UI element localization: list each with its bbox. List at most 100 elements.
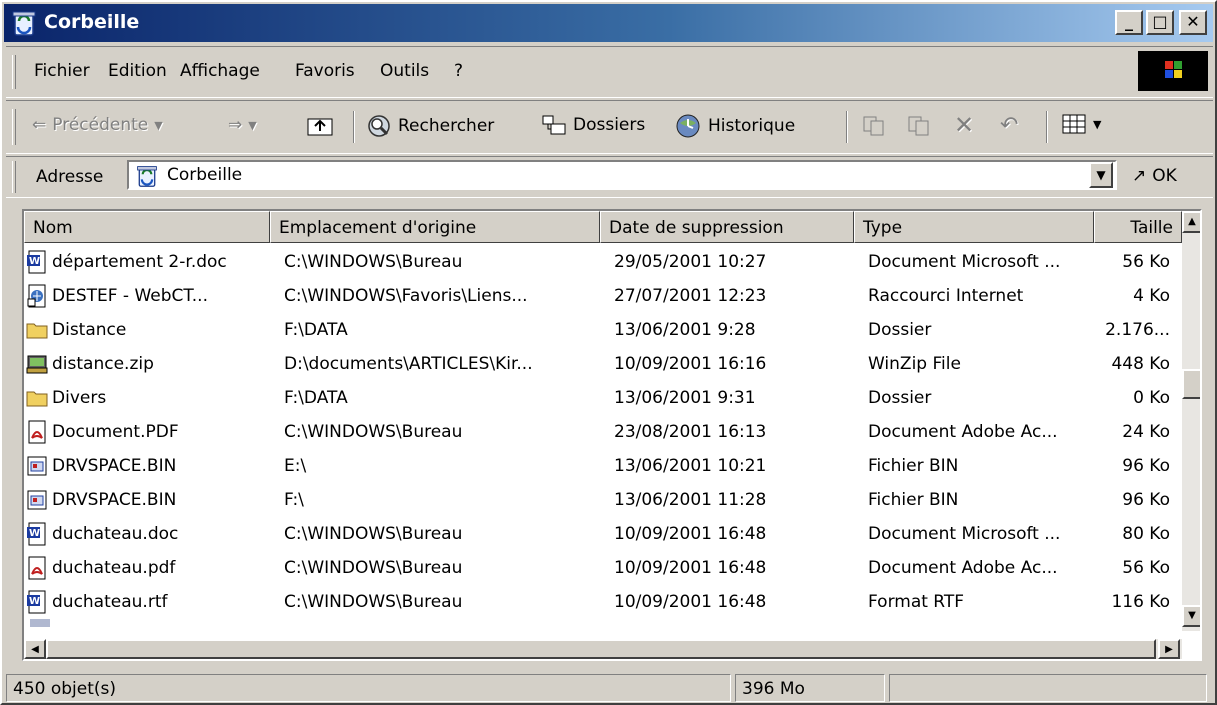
file-row[interactable]: distance.zip D:\documents\ARTICLES\Kir...…	[24, 347, 1184, 381]
file-name-cell[interactable]: DRVSPACE.BIN	[24, 489, 274, 511]
menu-favoris[interactable]: Favoris	[295, 61, 355, 81]
column-header-size[interactable]: Taille	[1094, 211, 1182, 243]
file-deleted-date: 27/07/2001 12:23	[614, 286, 767, 306]
folders-button[interactable]: Dossiers	[541, 113, 645, 137]
status-size: 396 Mo	[735, 674, 885, 702]
move-to-button[interactable]	[861, 113, 887, 137]
menu-grip[interactable]	[12, 55, 16, 89]
address-dropdown-button[interactable]: ▼	[1089, 162, 1113, 188]
close-button[interactable]: ✕	[1179, 10, 1207, 35]
file-name-cell[interactable]: Divers	[24, 387, 274, 409]
file-row[interactable]: Wduchateau.rtf C:\WINDOWS\Bureau 10/09/200…	[24, 585, 1184, 619]
folders-button-label: Dossiers	[573, 115, 646, 135]
file-size: 2.176...	[1105, 320, 1170, 340]
back-button-label: Précédente	[52, 115, 149, 135]
back-button[interactable]: ⇐ Précédente ▼	[32, 115, 163, 135]
file-row[interactable]: Wduchateau.doc C:\WINDOWS\Bureau 10/09/200…	[24, 517, 1184, 551]
file-size: 80 Ko	[1122, 524, 1170, 544]
scroll-right-button[interactable]: ▶	[1158, 639, 1180, 659]
file-origin: C:\WINDOWS\Bureau	[284, 422, 463, 442]
file-type: Fichier BIN	[868, 456, 959, 476]
word-doc-icon: W	[26, 522, 48, 546]
file-type: Document Adobe Ac...	[868, 422, 1058, 442]
views-button[interactable]: ▼	[1061, 113, 1101, 135]
file-name: duchateau.pdf	[52, 558, 176, 578]
file-size: 0 Ko	[1133, 388, 1170, 408]
file-origin: F:\	[284, 490, 304, 510]
file-row[interactable]: Distance F:\DATA 13/06/2001 9:28 Dossier 2.1…	[24, 313, 1184, 347]
address-grip[interactable]	[12, 161, 16, 193]
search-button-label: Rechercher	[398, 116, 495, 136]
file-name-cell[interactable]: Document.PDF	[24, 420, 274, 444]
copy-to-button[interactable]	[906, 113, 932, 137]
file-origin: C:\WINDOWS\Bureau	[284, 592, 463, 612]
column-header-name[interactable]: Nom	[24, 211, 270, 243]
back-dropdown-icon[interactable]: ▼	[154, 119, 162, 132]
column-header-date[interactable]: Date de suppression	[600, 211, 854, 243]
menu-outils[interactable]: Outils	[380, 61, 429, 81]
forward-dropdown-icon[interactable]: ▼	[248, 119, 256, 132]
maximize-button[interactable]: □	[1146, 10, 1174, 35]
file-list[interactable]: Nom Emplacement d'origine Date de suppre…	[22, 209, 1202, 661]
move-to-icon	[863, 116, 884, 136]
views-dropdown-icon[interactable]: ▼	[1093, 118, 1101, 131]
forward-button[interactable]: ⇒ ▼	[228, 115, 257, 135]
file-name-cell[interactable]: duchateau.pdf	[24, 556, 274, 580]
file-row[interactable]: DRVSPACE.BIN F:\ 13/06/2001 11:28 Fichier B…	[24, 483, 1184, 517]
file-size: 56 Ko	[1122, 558, 1170, 578]
file-type: Raccourci Internet	[868, 286, 1024, 306]
menu-edition[interactable]: Edition	[108, 61, 167, 81]
undo-button[interactable]: ↶	[1000, 113, 1018, 138]
file-row[interactable]: Wdépartement 2-r.doc C:\WINDOWS\Bureau 29/…	[24, 245, 1184, 279]
file-name-cell[interactable]: Wduchateau.doc	[24, 522, 274, 546]
file-name-cell[interactable]: distance.zip	[24, 353, 274, 375]
menu-affichage[interactable]: Affichage	[180, 61, 260, 81]
history-button[interactable]: Historique	[674, 113, 795, 139]
delete-button[interactable]: ✕	[954, 111, 974, 139]
scroll-up-button[interactable]: ▲	[1182, 211, 1200, 233]
file-origin: C:\WINDOWS\Bureau	[284, 558, 463, 578]
file-row[interactable]: Document.PDF C:\WINDOWS\Bureau 23/08/2001 …	[24, 415, 1184, 449]
up-folder-button[interactable]	[306, 113, 334, 137]
file-row[interactable]: duchateau.pdf C:\WINDOWS\Bureau 10/09/2001…	[24, 551, 1184, 585]
file-row[interactable]: Divers F:\DATA 13/06/2001 9:31 Dossier 0 Ko	[24, 381, 1184, 415]
file-row[interactable]: DRVSPACE.BIN E:\ 13/06/2001 10:21 Fichier B…	[24, 449, 1184, 483]
file-row[interactable]: DESTEF - WebCT... C:\WINDOWS\Favoris\Lien…	[24, 279, 1184, 313]
vertical-scrollbar[interactable]: ▲ ▼	[1182, 211, 1200, 631]
search-icon	[368, 115, 390, 137]
horizontal-scrollbar[interactable]: ◀ ▶	[24, 639, 1182, 659]
pdf-icon	[26, 420, 48, 444]
column-header-type[interactable]: Type	[854, 211, 1094, 243]
file-name: DRVSPACE.BIN	[52, 490, 177, 510]
search-button[interactable]: Rechercher	[366, 113, 494, 139]
go-button[interactable]: ↗ OK	[1132, 166, 1177, 186]
file-name-cell[interactable]: Distance	[24, 319, 274, 341]
file-deleted-date: 13/06/2001 9:31	[614, 388, 756, 408]
file-size: 116 Ko	[1111, 592, 1170, 612]
column-header-origin[interactable]: Emplacement d'origine	[270, 211, 600, 243]
title-bar[interactable]: Corbeille _ □ ✕	[4, 4, 1213, 42]
back-arrow-icon: ⇐	[32, 115, 47, 135]
up-folder-icon	[307, 118, 333, 136]
menu-help[interactable]: ?	[454, 61, 463, 81]
toolbar-grip[interactable]	[12, 109, 16, 145]
scroll-down-button[interactable]: ▼	[1182, 605, 1200, 627]
file-name-cell[interactable]: Wdépartement 2-r.doc	[24, 250, 274, 274]
scroll-thumb[interactable]	[1182, 369, 1200, 399]
file-name: DRVSPACE.BIN	[52, 456, 177, 476]
menu-fichier[interactable]: Fichier	[34, 61, 90, 81]
file-name-cell[interactable]: DRVSPACE.BIN	[24, 455, 274, 477]
delete-icon: ✕	[954, 111, 975, 139]
svg-text:W: W	[29, 528, 40, 539]
file-name-cell[interactable]: DESTEF - WebCT...	[24, 284, 274, 308]
address-input[interactable]: Corbeille	[127, 160, 1117, 190]
toolbar-separator	[1046, 111, 1048, 143]
horizontal-scroll-thumb[interactable]	[46, 639, 1156, 659]
file-name-cell[interactable]: Wduchateau.rtf	[24, 590, 274, 614]
explorer-window: Corbeille _ □ ✕ Fichier Edition Affichag…	[0, 0, 1217, 705]
file-size: 96 Ko	[1122, 456, 1170, 476]
minimize-button[interactable]: _	[1115, 10, 1143, 35]
pdf-icon	[26, 556, 48, 580]
scroll-left-button[interactable]: ◀	[24, 639, 46, 659]
word-doc-icon: W	[26, 590, 48, 614]
